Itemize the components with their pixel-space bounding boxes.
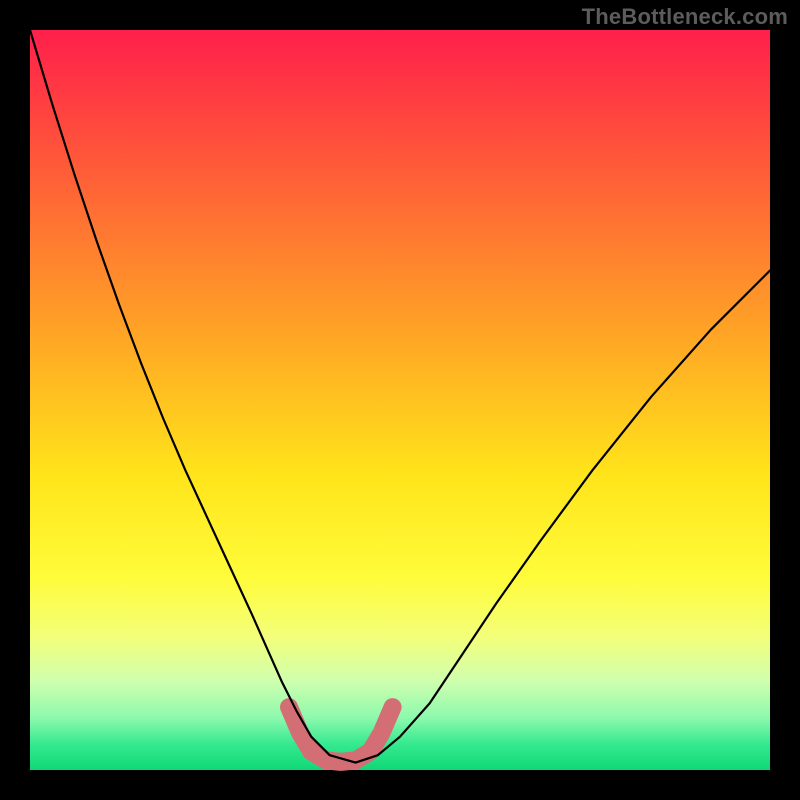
bottleneck-chart (0, 0, 800, 800)
plot-background (30, 30, 770, 770)
watermark-text: TheBottleneck.com (582, 4, 788, 30)
chart-frame: TheBottleneck.com (0, 0, 800, 800)
